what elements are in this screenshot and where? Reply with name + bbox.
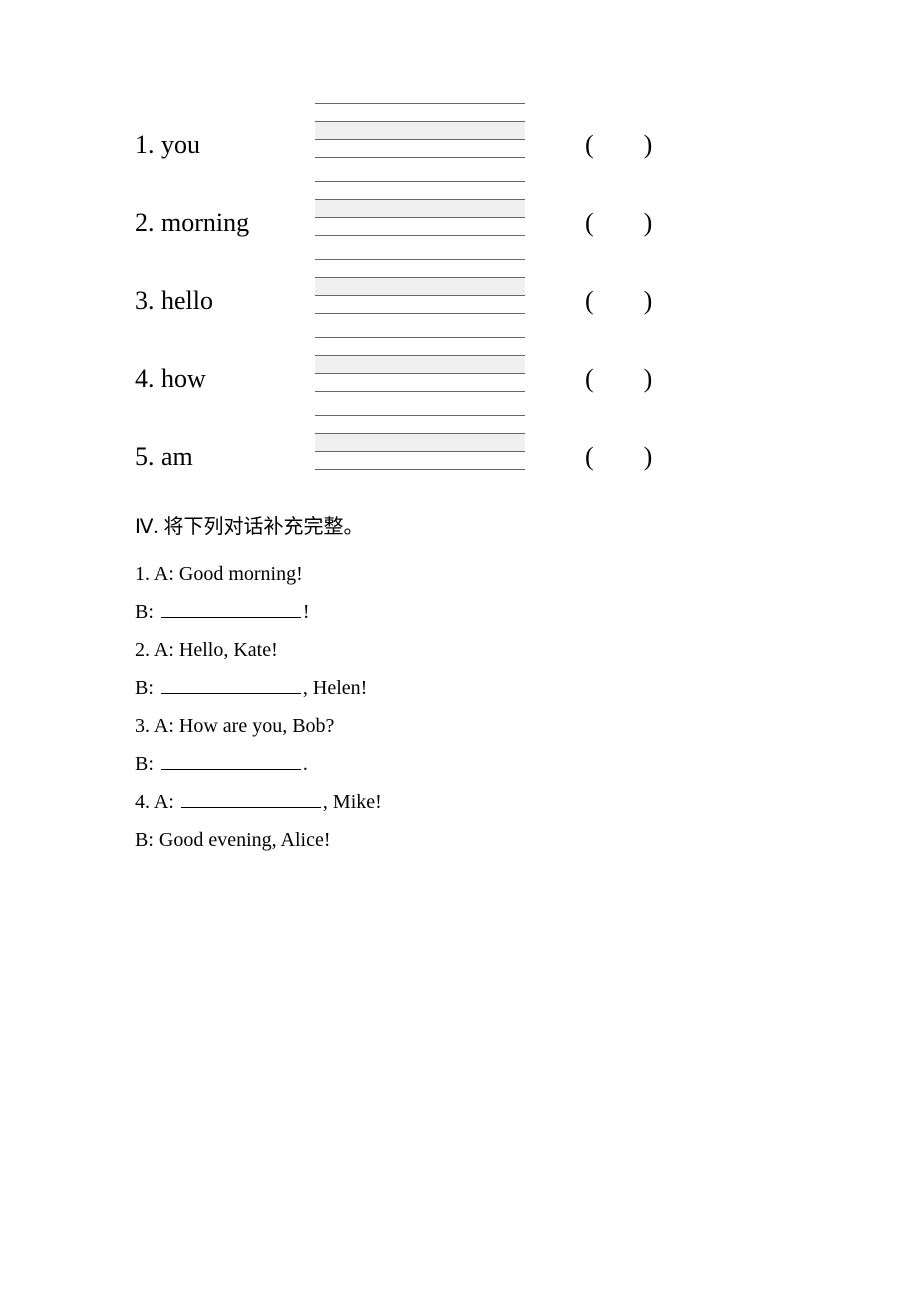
paren-open: ( [585, 130, 594, 160]
item-number: 1. [135, 130, 161, 159]
paren-open: ( [585, 208, 594, 238]
paren-close: ) [644, 286, 653, 316]
item-number: 3. [135, 286, 161, 315]
paren-open: ( [585, 286, 594, 316]
word-label: 1. you [135, 118, 315, 160]
dialogue-line: 1. A: Good morning! [135, 555, 790, 593]
answer-paren[interactable]: ( ) [585, 430, 652, 472]
item-number: 5. [135, 442, 161, 471]
line-suffix: ! [303, 601, 310, 623]
line-suffix: . [303, 753, 308, 775]
dialogue-line: 3. A: How are you, Bob? [135, 707, 790, 745]
dialogue-line: B: ! [135, 593, 790, 631]
paren-close: ) [644, 364, 653, 394]
fill-blank[interactable] [161, 676, 301, 694]
item-word: am [161, 442, 193, 471]
word-label: 5. am [135, 430, 315, 472]
word-label: 2. morning [135, 196, 315, 238]
line-suffix: , Mike! [323, 791, 382, 813]
item-number: 4. [135, 364, 161, 393]
answer-paren[interactable]: ( ) [585, 274, 652, 316]
answer-paren[interactable]: ( ) [585, 196, 652, 238]
fill-blank[interactable] [161, 600, 301, 618]
line-suffix: , Helen! [303, 677, 367, 699]
handwriting-lines[interactable] [315, 259, 525, 313]
exercise-row: 3. hello ( ) [135, 256, 790, 334]
item-word: how [161, 364, 206, 393]
paren-close: ) [644, 208, 653, 238]
word-label: 3. hello [135, 274, 315, 316]
line-prefix: B: [135, 753, 159, 775]
dialogue-line: 2. A: Hello, Kate! [135, 631, 790, 669]
line-prefix: 4. A: [135, 791, 179, 813]
line-text: B: Good evening, Alice! [135, 829, 331, 851]
dialogue-line: 4. A: , Mike! [135, 783, 790, 821]
item-word: morning [161, 208, 249, 237]
line-text: 1. A: Good morning! [135, 563, 303, 585]
exercise-row: 1. you ( ) [135, 100, 790, 178]
exercise-row: 5. am ( ) [135, 412, 790, 490]
handwriting-lines[interactable] [315, 337, 525, 391]
line-prefix: B: [135, 601, 159, 623]
line-text: 2. A: Hello, Kate! [135, 639, 278, 661]
answer-paren[interactable]: ( ) [585, 118, 652, 160]
paren-close: ) [644, 130, 653, 160]
exercise-row: 2. morning ( ) [135, 178, 790, 256]
exercise-row: 4. how ( ) [135, 334, 790, 412]
handwriting-lines[interactable] [315, 181, 525, 235]
fill-blank[interactable] [181, 790, 321, 808]
dialogue-section: 1. A: Good morning! B: ! 2. A: Hello, Ka… [135, 555, 790, 859]
paren-open: ( [585, 442, 594, 472]
handwriting-lines[interactable] [315, 415, 525, 469]
section-4-title: Ⅳ. 将下列对话补充完整。 [135, 510, 790, 539]
paren-open: ( [585, 364, 594, 394]
word-label: 4. how [135, 352, 315, 394]
item-number: 2. [135, 208, 161, 237]
paren-close: ) [644, 442, 653, 472]
line-prefix: B: [135, 677, 159, 699]
line-text: 3. A: How are you, Bob? [135, 715, 334, 737]
answer-paren[interactable]: ( ) [585, 352, 652, 394]
dialogue-line: B: . [135, 745, 790, 783]
dialogue-line: B: Good evening, Alice! [135, 821, 790, 859]
handwriting-lines[interactable] [315, 103, 525, 157]
item-word: hello [161, 286, 213, 315]
fill-blank[interactable] [161, 752, 301, 770]
part1-word-list: 1. you ( ) 2. morning ( ) 3. hello [135, 100, 790, 490]
item-word: you [161, 130, 200, 159]
dialogue-line: B: , Helen! [135, 669, 790, 707]
